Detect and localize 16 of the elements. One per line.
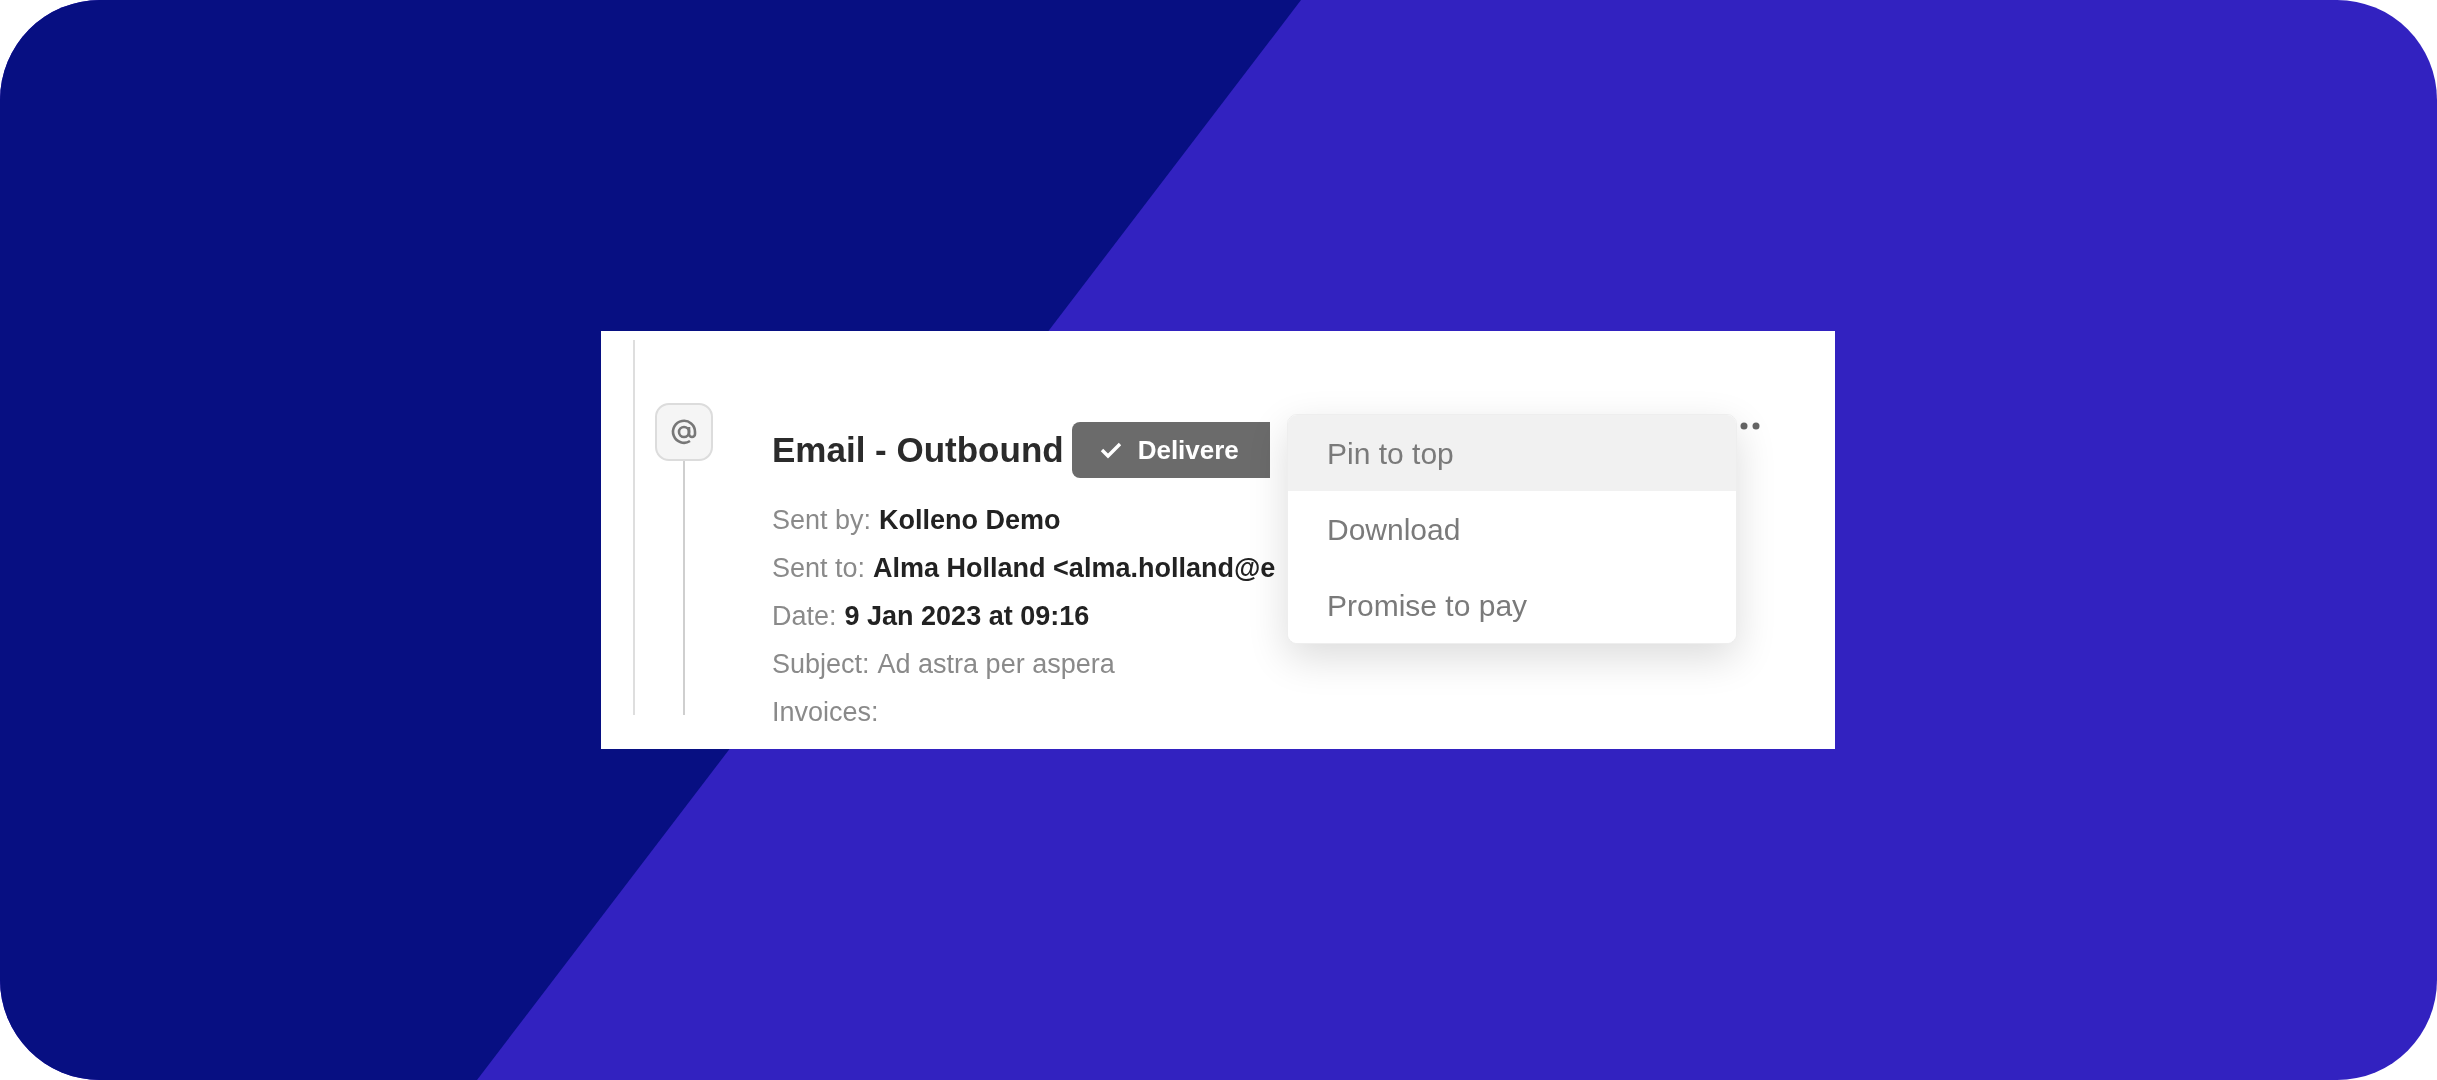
field-label: Sent to: [772,552,866,585]
menu-item[interactable]: Download [1288,491,1736,567]
field-label: Invoices: [772,696,879,729]
field-value: 9 Jan 2023 at 09:16 [844,600,1090,633]
field-label: Sent by: [772,504,872,537]
check-icon [1099,441,1122,459]
field-label: Subject: [772,648,870,681]
field-label: Date: [772,600,837,633]
at-sign-icon [655,403,713,461]
menu-item[interactable]: Pin to top [1288,415,1736,491]
field-value: Alma Holland <alma.holland@e [873,552,1276,585]
menu-item[interactable]: Promise to pay [1288,567,1736,643]
status-badge: Delivere [1071,422,1270,478]
field-value: Kolleno Demo [879,504,1061,537]
entry-title: Email - Outbound [772,429,1064,471]
field-value: Ad astra per aspera [877,648,1115,681]
